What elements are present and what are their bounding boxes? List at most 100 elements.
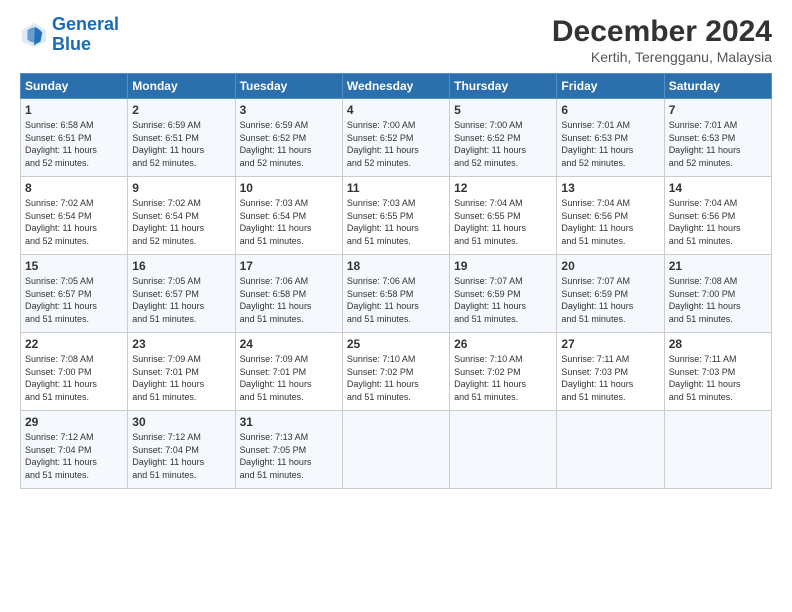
header-row: SundayMondayTuesdayWednesdayThursdayFrid… — [21, 74, 772, 99]
day-number: 13 — [561, 181, 659, 195]
col-header-wednesday: Wednesday — [342, 74, 449, 99]
day-number: 15 — [25, 259, 123, 273]
day-info: Sunrise: 7:04 AM Sunset: 6:56 PM Dayligh… — [561, 197, 659, 247]
day-cell: 6Sunrise: 7:01 AM Sunset: 6:53 PM Daylig… — [557, 99, 664, 177]
day-number: 3 — [240, 103, 338, 117]
day-cell — [342, 411, 449, 489]
day-cell: 1 Sunrise: 6:58 AM Sunset: 6:51 PM Daylig… — [21, 99, 128, 177]
day-number: 31 — [240, 415, 338, 429]
week-row-4: 22 Sunrise: 7:08 AM Sunset: 7:00 PM Dayli… — [21, 333, 772, 411]
day-number: 27 — [561, 337, 659, 351]
title-block: December 2024 Kertih, Terengganu, Malays… — [552, 15, 772, 65]
day-cell: 14 Sunrise: 7:04 AM Sunset: 6:56 PM Dayli… — [664, 177, 771, 255]
day-number: 2 — [132, 103, 230, 117]
logo-line2: Blue — [52, 34, 91, 54]
day-cell: 26 Sunrise: 7:10 AM Sunset: 7:02 PM Dayli… — [450, 333, 557, 411]
day-number: 26 — [454, 337, 552, 351]
day-number: 9 — [132, 181, 230, 195]
day-cell: 15 Sunrise: 7:05 AM Sunset: 6:57 PM Dayli… — [21, 255, 128, 333]
day-info: Sunrise: 7:05 AM Sunset: 6:57 PM Dayligh… — [132, 275, 230, 325]
day-number: 29 — [25, 415, 123, 429]
day-info: Sunrise: 7:01 AM Sunset: 6:53 PM Dayligh… — [561, 119, 659, 169]
day-number: 10 — [240, 181, 338, 195]
location-subtitle: Kertih, Terengganu, Malaysia — [552, 49, 772, 65]
day-number: 30 — [132, 415, 230, 429]
day-info: Sunrise: 7:04 AM Sunset: 6:55 PM Dayligh… — [454, 197, 552, 247]
day-cell: 16Sunrise: 7:05 AM Sunset: 6:57 PM Dayli… — [128, 255, 235, 333]
day-number: 23 — [132, 337, 230, 351]
day-info: Sunrise: 7:06 AM Sunset: 6:58 PM Dayligh… — [240, 275, 338, 325]
logo-icon — [20, 21, 48, 49]
day-number: 4 — [347, 103, 445, 117]
col-header-saturday: Saturday — [664, 74, 771, 99]
day-info: Sunrise: 7:01 AM Sunset: 6:53 PM Dayligh… — [669, 119, 767, 169]
day-info: Sunrise: 7:04 AM Sunset: 6:56 PM Dayligh… — [669, 197, 767, 247]
day-number: 1 — [25, 103, 123, 117]
day-cell: 28 Sunrise: 7:11 AM Sunset: 7:03 PM Dayli… — [664, 333, 771, 411]
day-cell: 9 Sunrise: 7:02 AM Sunset: 6:54 PM Daylig… — [128, 177, 235, 255]
day-cell: 11 Sunrise: 7:03 AM Sunset: 6:55 PM Dayli… — [342, 177, 449, 255]
col-header-thursday: Thursday — [450, 74, 557, 99]
day-cell: 13 Sunrise: 7:04 AM Sunset: 6:56 PM Dayli… — [557, 177, 664, 255]
col-header-tuesday: Tuesday — [235, 74, 342, 99]
calendar-table: SundayMondayTuesdayWednesdayThursdayFrid… — [20, 73, 772, 489]
day-number: 14 — [669, 181, 767, 195]
day-info: Sunrise: 7:07 AM Sunset: 6:59 PM Dayligh… — [561, 275, 659, 325]
day-cell: 22 Sunrise: 7:08 AM Sunset: 7:00 PM Dayli… — [21, 333, 128, 411]
day-cell: 2Sunrise: 6:59 AM Sunset: 6:51 PM Daylig… — [128, 99, 235, 177]
day-number: 11 — [347, 181, 445, 195]
day-number: 24 — [240, 337, 338, 351]
day-cell — [664, 411, 771, 489]
day-info: Sunrise: 7:06 AM Sunset: 6:58 PM Dayligh… — [347, 275, 445, 325]
day-number: 18 — [347, 259, 445, 273]
day-cell: 5 Sunrise: 7:00 AM Sunset: 6:52 PM Daylig… — [450, 99, 557, 177]
day-cell: 18 Sunrise: 7:06 AM Sunset: 6:58 PM Dayli… — [342, 255, 449, 333]
col-header-monday: Monday — [128, 74, 235, 99]
logo-line1: General — [52, 14, 119, 34]
month-title: December 2024 — [552, 15, 772, 49]
week-row-5: 29 Sunrise: 7:12 AM Sunset: 7:04 PM Dayli… — [21, 411, 772, 489]
week-row-3: 15 Sunrise: 7:05 AM Sunset: 6:57 PM Dayli… — [21, 255, 772, 333]
day-info: Sunrise: 7:11 AM Sunset: 7:03 PM Dayligh… — [669, 353, 767, 403]
day-cell: 31Sunrise: 7:13 AM Sunset: 7:05 PM Dayli… — [235, 411, 342, 489]
day-cell: 23 Sunrise: 7:09 AM Sunset: 7:01 PM Dayli… — [128, 333, 235, 411]
day-cell: 4Sunrise: 7:00 AM Sunset: 6:52 PM Daylig… — [342, 99, 449, 177]
day-info: Sunrise: 7:10 AM Sunset: 7:02 PM Dayligh… — [347, 353, 445, 403]
day-info: Sunrise: 7:00 AM Sunset: 6:52 PM Dayligh… — [454, 119, 552, 169]
day-cell: 29Sunrise: 7:12 AM Sunset: 7:04 PM Dayli… — [21, 411, 128, 489]
day-cell: 7Sunrise: 7:01 AM Sunset: 6:53 PM Daylig… — [664, 99, 771, 177]
day-info: Sunrise: 7:12 AM Sunset: 7:04 PM Dayligh… — [132, 431, 230, 481]
day-number: 17 — [240, 259, 338, 273]
day-cell: 10Sunrise: 7:03 AM Sunset: 6:54 PM Dayli… — [235, 177, 342, 255]
day-cell — [450, 411, 557, 489]
day-number: 28 — [669, 337, 767, 351]
day-info: Sunrise: 7:09 AM Sunset: 7:01 PM Dayligh… — [132, 353, 230, 403]
day-cell: 3 Sunrise: 6:59 AM Sunset: 6:52 PM Daylig… — [235, 99, 342, 177]
day-info: Sunrise: 6:59 AM Sunset: 6:52 PM Dayligh… — [240, 119, 338, 169]
day-number: 25 — [347, 337, 445, 351]
day-number: 12 — [454, 181, 552, 195]
day-info: Sunrise: 7:08 AM Sunset: 7:00 PM Dayligh… — [25, 353, 123, 403]
day-info: Sunrise: 7:05 AM Sunset: 6:57 PM Dayligh… — [25, 275, 123, 325]
day-number: 20 — [561, 259, 659, 273]
day-cell — [557, 411, 664, 489]
col-header-sunday: Sunday — [21, 74, 128, 99]
day-cell: 30 Sunrise: 7:12 AM Sunset: 7:04 PM Dayli… — [128, 411, 235, 489]
day-number: 22 — [25, 337, 123, 351]
day-cell: 17 Sunrise: 7:06 AM Sunset: 6:58 PM Dayli… — [235, 255, 342, 333]
day-info: Sunrise: 7:10 AM Sunset: 7:02 PM Dayligh… — [454, 353, 552, 403]
day-info: Sunrise: 6:58 AM Sunset: 6:51 PM Dayligh… — [25, 119, 123, 169]
day-info: Sunrise: 7:02 AM Sunset: 6:54 PM Dayligh… — [132, 197, 230, 247]
day-info: Sunrise: 7:07 AM Sunset: 6:59 PM Dayligh… — [454, 275, 552, 325]
day-cell: 21Sunrise: 7:08 AM Sunset: 7:00 PM Dayli… — [664, 255, 771, 333]
day-number: 5 — [454, 103, 552, 117]
day-cell: 24Sunrise: 7:09 AM Sunset: 7:01 PM Dayli… — [235, 333, 342, 411]
day-info: Sunrise: 7:03 AM Sunset: 6:55 PM Dayligh… — [347, 197, 445, 247]
day-info: Sunrise: 7:02 AM Sunset: 6:54 PM Dayligh… — [25, 197, 123, 247]
day-cell: 25 Sunrise: 7:10 AM Sunset: 7:02 PM Dayli… — [342, 333, 449, 411]
page: General Blue December 2024 Kertih, Teren… — [0, 0, 792, 612]
logo: General Blue — [20, 15, 119, 55]
day-cell: 20 Sunrise: 7:07 AM Sunset: 6:59 PM Dayli… — [557, 255, 664, 333]
day-cell: 19Sunrise: 7:07 AM Sunset: 6:59 PM Dayli… — [450, 255, 557, 333]
day-number: 21 — [669, 259, 767, 273]
